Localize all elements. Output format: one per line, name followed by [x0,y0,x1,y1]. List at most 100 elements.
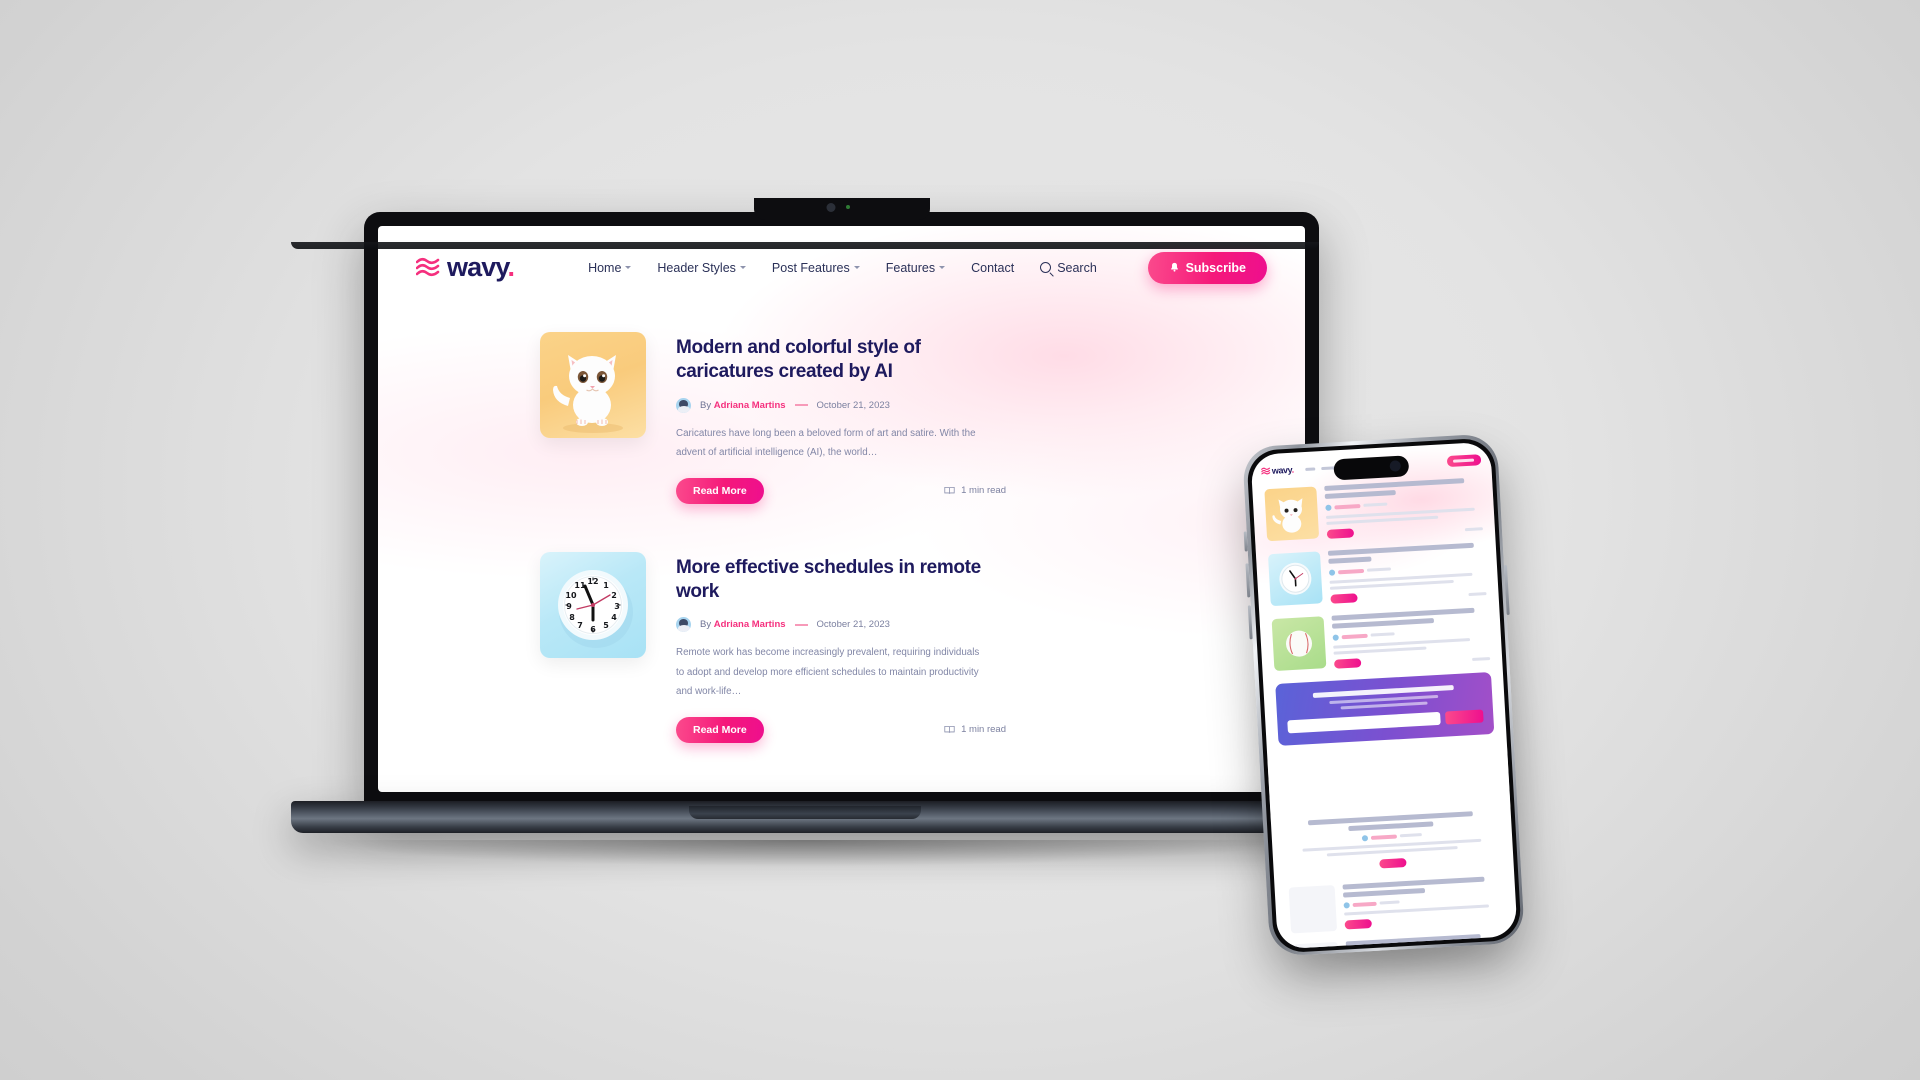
logo-text: wavy. [447,252,515,282]
phone-read-time [1467,591,1487,596]
read-time: 1 min read [944,724,1006,735]
post-item[interactable]: 1212 345 678 91011 [378,551,1305,743]
svg-text:1: 1 [603,581,609,590]
chevron-down-icon [739,266,746,269]
wave-lines-icon [416,257,440,277]
nav-label: Home [588,260,622,275]
phone-author-avatar[interactable] [1324,504,1332,511]
phone-post-date [1362,502,1387,507]
post-footer: Read More 1 min read [676,477,1006,504]
author-avatar[interactable] [676,397,691,413]
post-byline: By Adriana Martins [700,399,786,411]
post-date: October 21, 2023 [816,399,890,411]
website-viewport: wavy. Home Header Styles Post Features F… [378,226,1305,792]
phone-newsletter-box [1274,671,1494,746]
post-meta: By Adriana Martins October 21, 2023 [676,617,1006,633]
kitten-illustration-icon [553,355,623,433]
phone-post-thumbnail[interactable] [1291,941,1340,949]
nav-item-post-features[interactable]: Post Features [772,261,860,275]
phone-author-avatar[interactable] [1361,834,1368,841]
phone-author-avatar[interactable] [1332,633,1339,641]
svg-text:4: 4 [611,613,617,622]
phone-read-more-button[interactable] [1379,857,1407,868]
subscribe-button[interactable]: Subscribe [1147,251,1267,284]
phone-read-more-button[interactable] [1344,918,1372,930]
chevron-down-icon [625,266,632,269]
phone-post-date [1366,567,1391,572]
post-thumbnail-kitten[interactable] [540,332,646,438]
book-icon [944,487,955,495]
phone-post-content [1341,875,1502,930]
phone-post-date [1399,833,1422,838]
svg-text:8: 8 [569,613,575,622]
phone-author-avatar[interactable] [1328,569,1335,576]
phone-author-avatar[interactable] [1342,901,1350,909]
site-logo[interactable]: wavy. [416,252,515,282]
nav-item-header-styles[interactable]: Header Styles [657,261,746,275]
phone-read-more-button[interactable] [1326,527,1354,539]
phone-post-date [1370,632,1395,637]
phone-nav-item[interactable] [1305,466,1316,471]
author-name[interactable]: Adriana Martins [714,619,786,630]
read-more-button[interactable]: Read More [676,716,764,743]
phone-post-content [1330,607,1490,669]
post-list: Modern and colorful style of caricatures… [378,288,1305,743]
post-excerpt: Remote work has become increasingly prev… [676,647,980,697]
phone-newsletter-submit-button[interactable] [1444,708,1484,725]
phone-read-time [1464,526,1483,531]
phone-author-name [1333,503,1360,509]
bell-icon [1170,262,1178,272]
phone-post-title-line [1327,542,1475,556]
phone-post-title-line [1341,876,1485,890]
nav-label: Post Features [771,260,850,275]
nav-label: Header Styles [657,260,736,275]
book-icon [944,726,955,734]
laptop-base [291,801,1319,833]
phone-subscribe-label [1452,458,1475,463]
nav-item-contact[interactable]: Contact [971,261,1014,275]
author-avatar[interactable] [676,617,691,633]
phone-read-more-button[interactable] [1333,657,1361,669]
svg-text:10: 10 [565,591,577,600]
svg-text:9: 9 [566,602,572,611]
post-thumbnail-clock[interactable]: 1212 345 678 91011 [540,551,646,658]
phone-post-date [1379,900,1400,905]
post-footer: Read More 1 min read [676,716,1006,743]
phone-front-camera-icon [1388,460,1401,472]
svg-text:5: 5 [603,621,609,630]
post-item[interactable]: Modern and colorful style of caricatures… [378,332,1305,504]
phone-post-excerpt-line [1332,637,1470,649]
chevron-down-icon [939,266,946,269]
main-navigation: Home Header Styles Post Features Feature… [588,261,1097,275]
nav-item-home[interactable]: Home [588,260,632,275]
dynamic-island [1332,454,1409,480]
laptop-lid: wavy. Home Header Styles Post Features F… [364,198,1319,808]
phone-post-item[interactable] [1288,875,1502,934]
phone-section-heading-line [1348,820,1434,831]
read-time-label: 1 min read [961,724,1006,736]
post-title[interactable]: More effective schedules in remote work [676,556,1006,605]
chevron-down-icon [853,266,860,269]
nav-label: Contact [971,260,1015,275]
svg-text:7: 7 [577,621,583,630]
laptop-camera-notch [753,198,930,220]
phone-newsletter-email-input[interactable] [1286,711,1441,733]
phone-author-name [1352,901,1377,907]
post-meta: By Adriana Martins October 21, 2023 [676,397,1006,413]
phone-post-content [1323,477,1483,539]
svg-text:3: 3 [614,602,620,611]
phone-read-more-button[interactable] [1329,592,1358,604]
phone-post-title-line [1342,887,1425,898]
read-more-button[interactable]: Read More [676,477,764,504]
author-name[interactable]: Adriana Martins [714,400,786,411]
laptop-drop-shadow [331,840,1281,866]
post-title[interactable]: Modern and colorful style of caricatures… [676,336,1006,385]
read-time-label: 1 min read [961,485,1006,497]
phone-post-title-line [1327,555,1372,564]
laptop-screen-bezel: wavy. Home Header Styles Post Features F… [378,226,1305,792]
phone-post-thumbnail[interactable] [1288,884,1337,934]
phone-newsletter-form [1286,708,1484,733]
search-button[interactable]: Search [1040,261,1097,275]
nav-item-features[interactable]: Features [886,261,946,275]
phone-subscribe-button[interactable] [1446,453,1481,467]
